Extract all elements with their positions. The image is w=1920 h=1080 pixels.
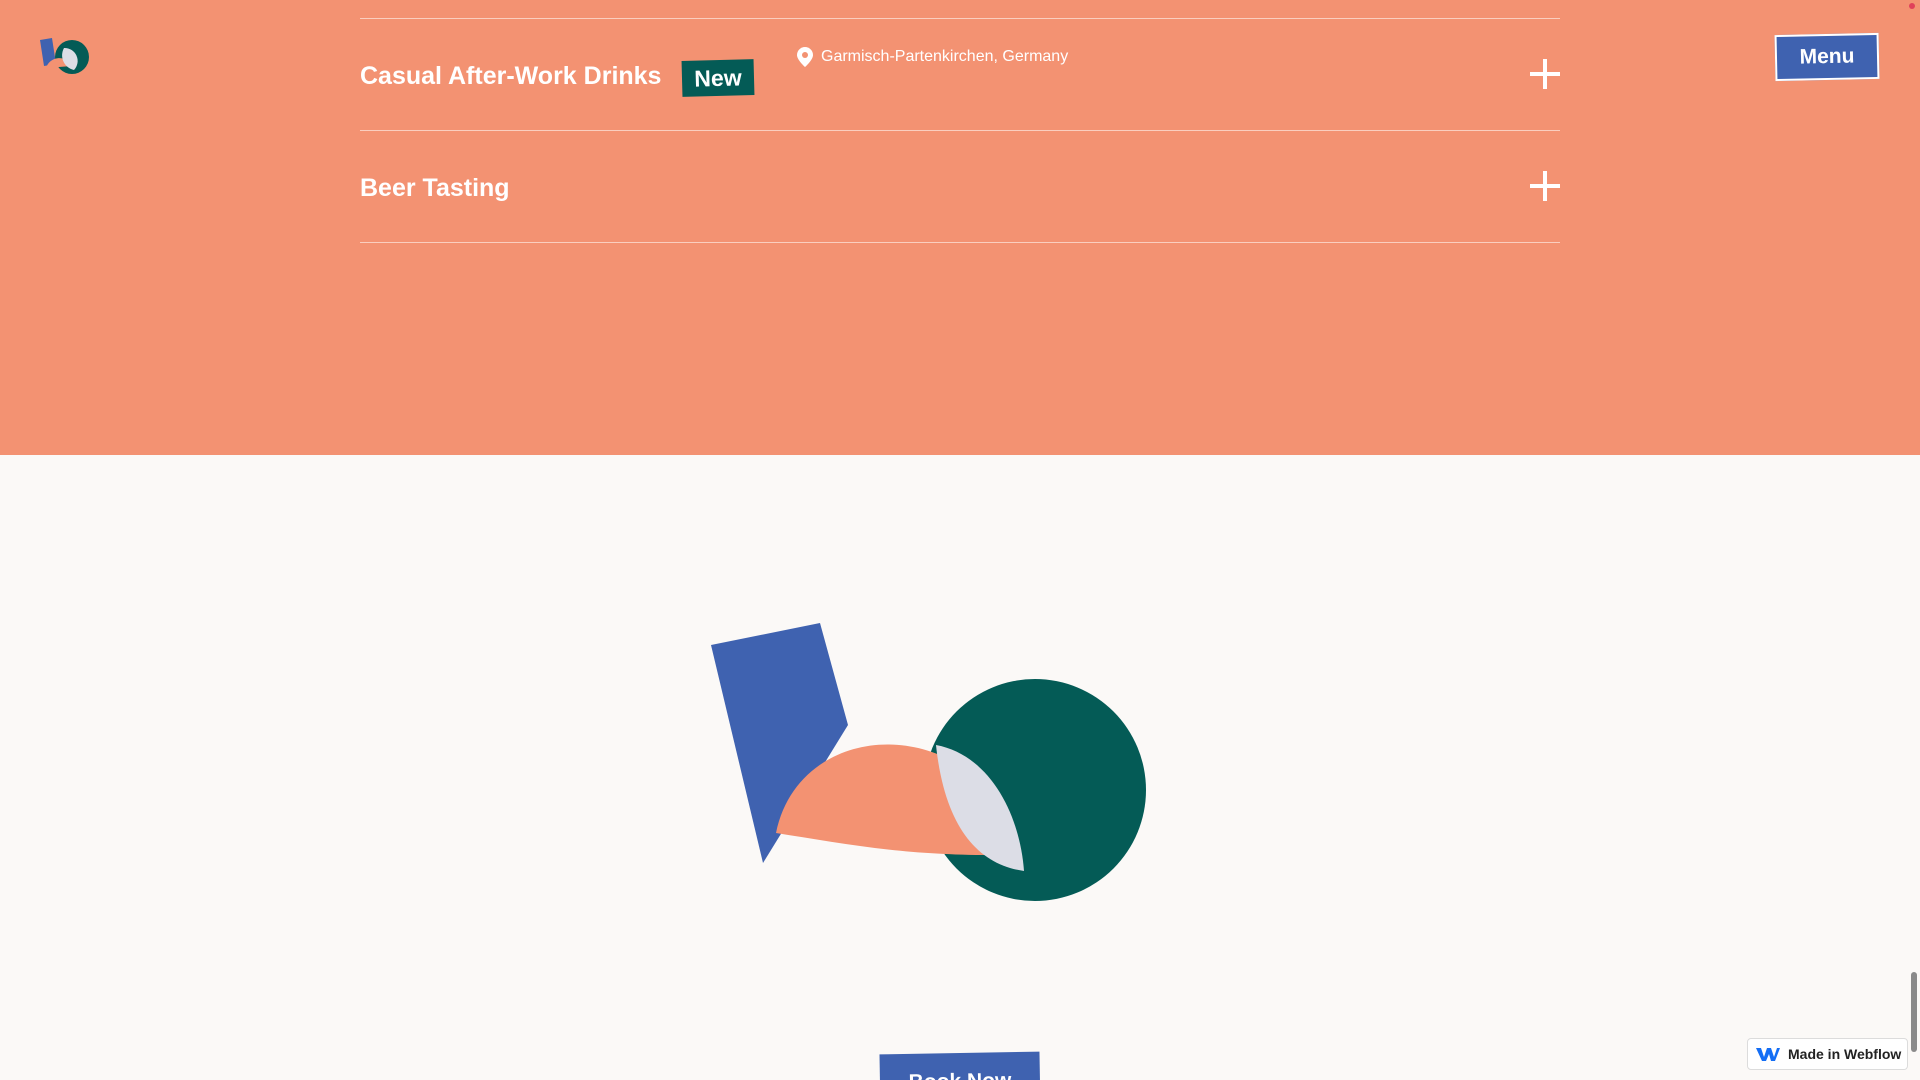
location-pin-icon bbox=[797, 47, 813, 67]
logo-icon[interactable] bbox=[38, 38, 92, 76]
event-title: Beer Tasting bbox=[360, 174, 510, 202]
book-now-button[interactable]: Book Now bbox=[879, 1051, 1041, 1080]
made-in-webflow-badge[interactable]: Made in Webflow bbox=[1747, 1038, 1908, 1070]
webflow-icon bbox=[1756, 1048, 1780, 1061]
notification-dot bbox=[1909, 3, 1915, 9]
menu-button[interactable]: Menu bbox=[1774, 32, 1880, 82]
event-title: Casual After-Work Drinks bbox=[360, 62, 662, 90]
location-label: Garmisch-Partenkirchen, Germany bbox=[821, 48, 1069, 65]
scrollbar-thumb[interactable] bbox=[1911, 972, 1917, 1052]
event-location: Garmisch-Partenkirchen, Germany bbox=[797, 47, 1068, 67]
new-badge: New bbox=[681, 59, 755, 97]
plus-icon[interactable] bbox=[1530, 171, 1560, 201]
plus-icon[interactable] bbox=[1530, 59, 1560, 89]
event-row-casual-after-work-drinks[interactable]: Casual After-Work Drinks New Garmisch-Pa… bbox=[360, 19, 1560, 131]
brand-shapes-graphic bbox=[711, 623, 1146, 901]
event-row-beer-tasting[interactable]: Beer Tasting bbox=[360, 131, 1560, 243]
webflow-badge-label: Made in Webflow bbox=[1788, 1046, 1902, 1062]
